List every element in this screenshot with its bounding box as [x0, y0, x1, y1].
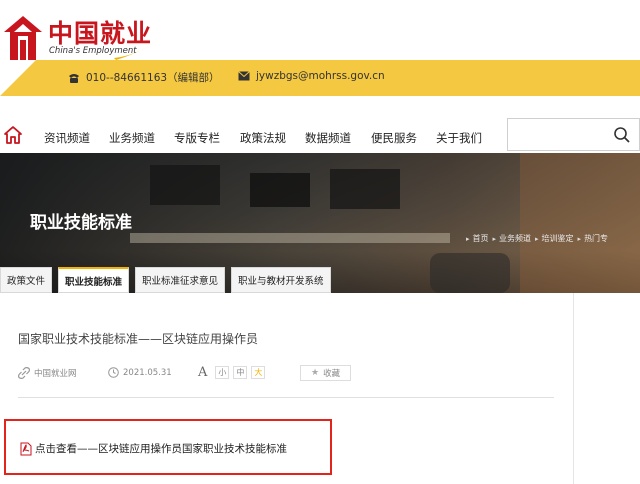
- contact-bar-corner: [0, 60, 36, 96]
- logo-swoosh-icon: [114, 40, 158, 60]
- favorite-label: 收藏: [323, 369, 341, 379]
- favorite-button[interactable]: ★ 收藏: [300, 365, 352, 381]
- font-size-large-button[interactable]: 大: [251, 366, 266, 379]
- site-logo[interactable]: 中国就业 China's Employment: [0, 8, 170, 62]
- tab-skill-standards[interactable]: 职业技能标准: [58, 267, 130, 293]
- article-source: 中国就业网: [18, 367, 77, 379]
- home-icon[interactable]: [4, 126, 22, 144]
- contact-phone: 010--84661163（编辑部）: [68, 70, 220, 85]
- banner-title: 职业技能标准: [30, 213, 132, 233]
- nav-item-business[interactable]: 业务频道: [109, 130, 155, 146]
- breadcrumb: 首页 业务频道 培训鉴定 热门专: [466, 233, 609, 244]
- attachment-highlight-box: 点击查看——区块链应用操作员国家职业技术技能标准: [4, 419, 332, 475]
- contact-email[interactable]: jywzbgs@mohrss.gov.cn: [238, 70, 385, 82]
- envelope-icon: [238, 71, 250, 81]
- banner-photo-cabinet: [520, 153, 640, 293]
- search-icon[interactable]: [613, 126, 631, 144]
- logo-emblem-icon: [4, 16, 42, 60]
- page: 中国就业 China's Employment 010--84661163（编辑…: [0, 0, 640, 484]
- nav-item-news[interactable]: 资讯频道: [44, 130, 90, 146]
- nav-item-policy[interactable]: 政策法规: [240, 130, 286, 146]
- article-divider: [18, 397, 554, 398]
- font-size-small-button[interactable]: 小: [215, 366, 230, 379]
- category-tabs: 政策文件 职业技能标准 职业标准征求意见 职业与教材开发系统: [0, 267, 331, 293]
- pdf-icon: [20, 442, 32, 455]
- banner-photo-monitor: [150, 165, 220, 205]
- phone-icon: [68, 72, 80, 84]
- nav-item-data[interactable]: 数据频道: [305, 130, 351, 146]
- banner-photo-chair: [430, 253, 510, 293]
- email-text[interactable]: jywzbgs@mohrss.gov.cn: [256, 70, 385, 82]
- article-title: 国家职业技术技能标准——区块链应用操作员: [18, 332, 259, 346]
- link-icon: [18, 367, 30, 379]
- search-input[interactable]: [507, 118, 640, 151]
- breadcrumb-home[interactable]: 首页: [466, 233, 489, 244]
- contact-bar: 010--84661163（编辑部） jywzbgs@mohrss.gov.cn: [0, 60, 640, 96]
- breadcrumb-business[interactable]: 业务频道: [493, 233, 531, 244]
- article-date-text: 2021.05.31: [123, 367, 172, 378]
- tab-textbook-system[interactable]: 职业与教材开发系统: [231, 267, 331, 293]
- phone-text: 010--84661163（编辑部）: [86, 72, 220, 84]
- tab-standards-feedback[interactable]: 职业标准征求意见: [135, 267, 226, 293]
- star-icon: ★: [311, 368, 320, 378]
- nav-item-services[interactable]: 便民服务: [371, 130, 417, 146]
- tab-policy-documents[interactable]: 政策文件: [0, 267, 53, 293]
- banner-photo-desk: [130, 233, 450, 243]
- font-size-switcher: A 小 中 大: [198, 365, 266, 380]
- nav-item-columns[interactable]: 专版专栏: [174, 130, 220, 146]
- article-date: 2021.05.31: [108, 367, 172, 378]
- font-size-medium-button[interactable]: 中: [233, 366, 248, 379]
- attachment-link-text[interactable]: 点击查看——区块链应用操作员国家职业技术技能标准: [35, 441, 287, 456]
- banner-photo-monitor: [330, 169, 400, 209]
- nav-item-about[interactable]: 关于我们: [436, 130, 482, 146]
- breadcrumb-hot[interactable]: 热门专: [578, 233, 608, 244]
- article-source-text: 中国就业网: [34, 369, 77, 379]
- clock-icon: [108, 367, 119, 378]
- banner-photo-monitor: [250, 173, 310, 207]
- attachment-link[interactable]: 点击查看——区块链应用操作员国家职业技术技能标准: [20, 441, 287, 456]
- font-size-label: A: [198, 365, 208, 380]
- breadcrumb-training[interactable]: 培训鉴定: [535, 233, 574, 244]
